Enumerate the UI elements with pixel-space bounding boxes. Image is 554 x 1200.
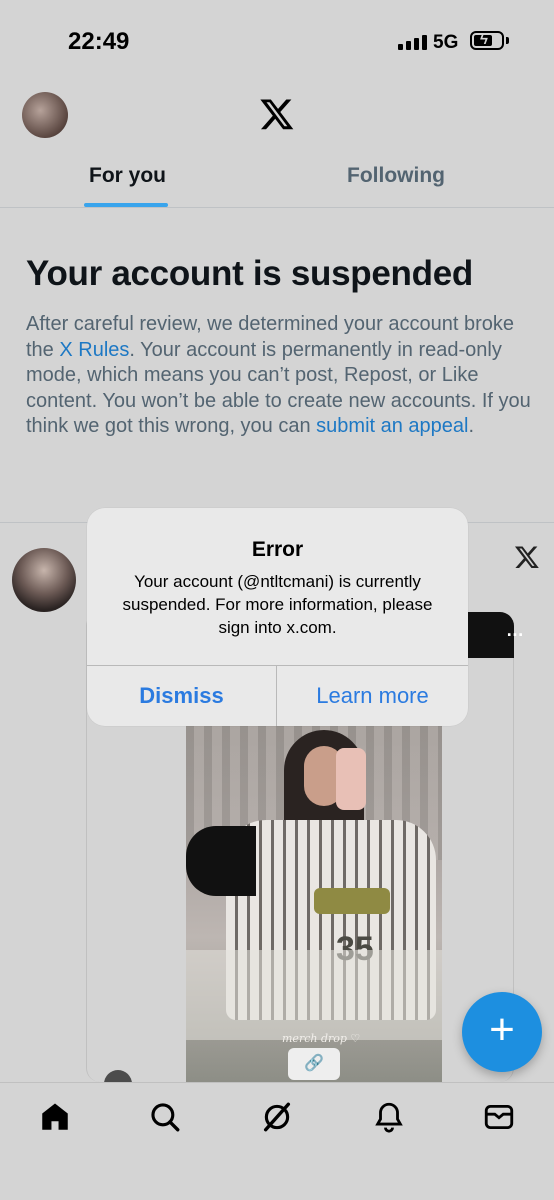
- post-photo[interactable]: 35 merch drop ♡: [186, 720, 442, 1082]
- battery-icon: ϟ: [470, 31, 504, 50]
- compose-post-button[interactable]: +: [462, 992, 542, 1072]
- x-small-icon: [514, 546, 539, 569]
- error-dialog: Error Your account (@ntltcmani) is curre…: [87, 508, 468, 726]
- battery-tip: [506, 37, 509, 44]
- suspension-body: After careful review, we determined your…: [26, 312, 536, 440]
- status-bar: 22:49 5G ϟ: [0, 0, 554, 80]
- tab-divider: [0, 207, 554, 208]
- home-icon[interactable]: [38, 1100, 72, 1134]
- more-options-icon[interactable]: …: [506, 620, 525, 641]
- photo-caption: merch drop ♡: [282, 1032, 361, 1045]
- status-time: 22:49: [68, 28, 130, 55]
- post-author-avatar[interactable]: [12, 548, 76, 612]
- link-icon[interactable]: 🔗: [288, 1048, 340, 1080]
- search-icon[interactable]: [148, 1100, 182, 1134]
- suspension-title: Your account is suspended: [26, 254, 473, 293]
- messages-icon[interactable]: [482, 1100, 516, 1134]
- network-label: 5G: [433, 32, 459, 53]
- x-rules-link[interactable]: X Rules: [59, 339, 129, 361]
- dialog-message: Your account (@ntltcmani) is currently s…: [122, 572, 433, 637]
- tab-following[interactable]: Following: [347, 164, 445, 188]
- x-logo-icon: [260, 99, 294, 130]
- submit-appeal-link[interactable]: submit an appeal: [316, 415, 468, 437]
- signal-icon: [398, 34, 427, 50]
- learn-more-button[interactable]: Learn more: [277, 666, 468, 726]
- profile-avatar[interactable]: [22, 92, 68, 138]
- notifications-icon[interactable]: [372, 1100, 406, 1134]
- dialog-title: Error: [251, 538, 304, 561]
- tab-for-you[interactable]: For you: [89, 164, 166, 188]
- suspension-text-3: .: [468, 415, 475, 437]
- dismiss-button[interactable]: Dismiss: [87, 666, 276, 726]
- grok-icon[interactable]: [260, 1100, 294, 1134]
